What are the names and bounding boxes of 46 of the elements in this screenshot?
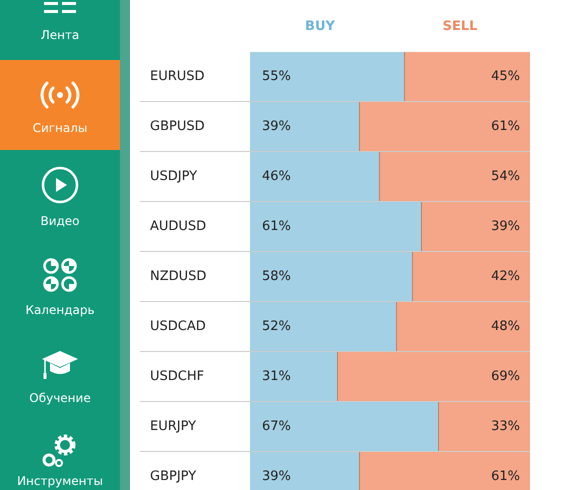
table-cell-text: NZDUSD <box>149 269 208 284</box>
buy-percent: 31% <box>262 368 291 386</box>
sidebar-item[interactable]: Календарь <box>0 240 120 330</box>
sell-percent: 39% <box>491 218 520 236</box>
sell-percent: 48% <box>491 318 520 336</box>
sidebar-item[interactable]: Обучение <box>0 330 120 420</box>
sidebar-label: Инструменты <box>17 474 103 488</box>
table-cell-text: AUDUSD <box>149 219 208 234</box>
buy-percent: 55% <box>262 68 291 86</box>
graduation-cap-icon <box>41 349 79 381</box>
buy-percent: 67% <box>262 418 291 436</box>
play-icon <box>41 166 79 204</box>
buy-percent: 46% <box>262 168 291 186</box>
sell-percent: 42% <box>491 268 520 286</box>
table-cell-text: GBPJPY <box>149 469 198 484</box>
buy-percent: 39% <box>262 468 291 486</box>
column-header: BUY <box>304 18 336 34</box>
sell-percent: 69% <box>491 368 520 386</box>
sidebar-item[interactable]: Видео <box>0 150 120 240</box>
sidebar-label: Календарь <box>25 303 95 317</box>
table-cell-text: GBPUSD <box>149 119 206 134</box>
sidebar-item[interactable]: Лента <box>0 0 120 60</box>
sell-percent: 54% <box>491 168 520 186</box>
signal-icon <box>40 79 80 111</box>
sidebar-label: Обучение <box>29 391 91 405</box>
table-cell-text: USDCAD <box>149 319 207 334</box>
table-cell-text: USDJPY <box>149 169 198 184</box>
sell-percent: 61% <box>491 118 520 136</box>
buy-percent: 58% <box>262 268 291 286</box>
table-cell-text: EURJPY <box>149 419 198 434</box>
table-cell-text: EURUSD <box>149 69 206 84</box>
sell-percent: 45% <box>491 68 520 86</box>
buy-percent: 52% <box>262 318 291 336</box>
buy-percent: 61% <box>262 218 291 236</box>
sidebar-label: Лента <box>40 28 80 42</box>
sell-percent: 61% <box>491 468 520 486</box>
column-header: SELL <box>442 18 478 34</box>
table-cell-text: USDCHF <box>149 369 206 384</box>
sidebar-label: Сигналы <box>32 121 88 135</box>
sidebar-item[interactable]: Сигналы <box>0 60 120 150</box>
sell-percent: 33% <box>491 418 520 436</box>
scrollbar[interactable] <box>120 0 130 490</box>
sidebar-label: Видео <box>40 214 80 228</box>
buy-percent: 39% <box>262 118 291 136</box>
sidebar-item[interactable]: Инструменты <box>0 420 120 490</box>
pie-charts-icon <box>42 257 78 293</box>
